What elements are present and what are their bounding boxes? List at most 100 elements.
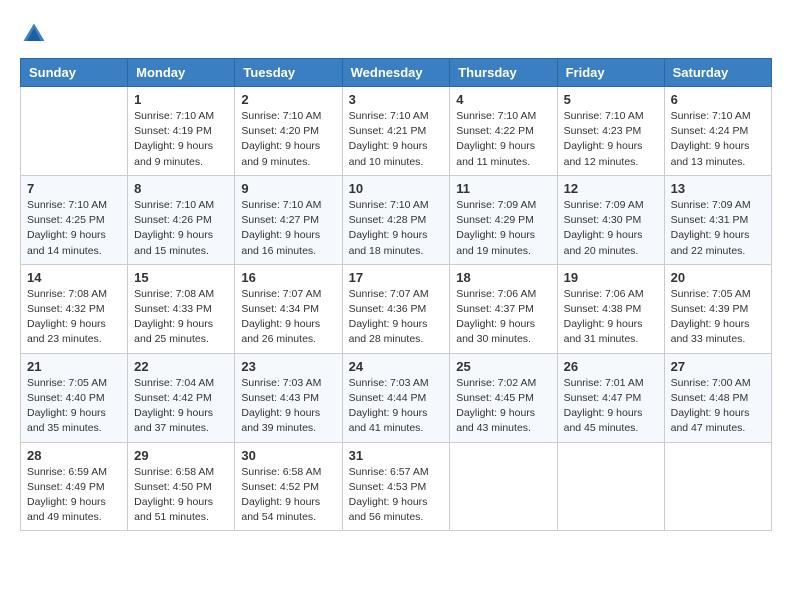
day-number: 7: [27, 181, 121, 196]
day-number: 27: [671, 359, 765, 374]
day-info: Sunrise: 7:08 AM Sunset: 4:33 PM Dayligh…: [134, 287, 228, 348]
calendar-cell: 16 Sunrise: 7:07 AM Sunset: 4:34 PM Dayli…: [235, 264, 342, 353]
day-info: Sunrise: 7:10 AM Sunset: 4:27 PM Dayligh…: [241, 198, 335, 259]
day-number: 28: [27, 448, 121, 463]
calendar-table: SundayMondayTuesdayWednesdayThursdayFrid…: [20, 58, 772, 531]
day-info: Sunrise: 7:07 AM Sunset: 4:34 PM Dayligh…: [241, 287, 335, 348]
calendar-cell: 4Sunrise: 7:10 AM Sunset: 4:22 PM Daylig…: [450, 87, 557, 176]
column-header-monday: Monday: [128, 59, 235, 87]
day-number: 22: [134, 359, 228, 374]
column-header-thursday: Thursday: [450, 59, 557, 87]
day-number: 16: [241, 270, 335, 285]
calendar-cell: 9 Sunrise: 7:10 AM Sunset: 4:27 PM Daylig…: [235, 175, 342, 264]
day-number: 29: [134, 448, 228, 463]
calendar-cell: 24 Sunrise: 7:03 AM Sunset: 4:44 PM Dayli…: [342, 353, 450, 442]
calendar-cell: 12 Sunrise: 7:09 AM Sunset: 4:30 PM Dayli…: [557, 175, 664, 264]
day-number: 17: [349, 270, 444, 285]
day-number: 11: [456, 181, 550, 196]
day-number: 15: [134, 270, 228, 285]
calendar-week-row: 28 Sunrise: 6:59 AM Sunset: 4:49 PM Dayli…: [21, 442, 772, 531]
calendar-cell: 23 Sunrise: 7:03 AM Sunset: 4:43 PM Dayli…: [235, 353, 342, 442]
day-number: 24: [349, 359, 444, 374]
day-number: 31: [349, 448, 444, 463]
day-number: 26: [564, 359, 658, 374]
day-info: Sunrise: 7:06 AM Sunset: 4:38 PM Dayligh…: [564, 287, 658, 348]
day-number: 1: [134, 92, 228, 107]
day-info: Sunrise: 7:08 AM Sunset: 4:32 PM Dayligh…: [27, 287, 121, 348]
calendar-cell: 18 Sunrise: 7:06 AM Sunset: 4:37 PM Dayli…: [450, 264, 557, 353]
column-header-saturday: Saturday: [664, 59, 771, 87]
day-info: Sunrise: 7:10 AM Sunset: 4:28 PM Dayligh…: [349, 198, 444, 259]
column-header-wednesday: Wednesday: [342, 59, 450, 87]
calendar-cell: 25 Sunrise: 7:02 AM Sunset: 4:45 PM Dayli…: [450, 353, 557, 442]
day-info: Sunrise: 7:07 AM Sunset: 4:36 PM Dayligh…: [349, 287, 444, 348]
calendar-week-row: 21 Sunrise: 7:05 AM Sunset: 4:40 PM Dayli…: [21, 353, 772, 442]
day-info: Sunrise: 7:03 AM Sunset: 4:43 PM Dayligh…: [241, 376, 335, 437]
day-info: Sunrise: 7:09 AM Sunset: 4:30 PM Dayligh…: [564, 198, 658, 259]
day-info: Sunrise: 7:09 AM Sunset: 4:29 PM Dayligh…: [456, 198, 550, 259]
calendar-cell: 26 Sunrise: 7:01 AM Sunset: 4:47 PM Dayli…: [557, 353, 664, 442]
calendar-cell: [21, 87, 128, 176]
page-header: [20, 20, 772, 48]
day-number: 30: [241, 448, 335, 463]
day-info: Sunrise: 6:58 AM Sunset: 4:52 PM Dayligh…: [241, 465, 335, 526]
day-info: Sunrise: 7:10 AM Sunset: 4:23 PM Dayligh…: [564, 109, 658, 170]
logo-icon: [20, 20, 48, 48]
logo: [20, 20, 52, 48]
day-info: Sunrise: 7:10 AM Sunset: 4:24 PM Dayligh…: [671, 109, 765, 170]
calendar-cell: [664, 442, 771, 531]
day-info: Sunrise: 7:01 AM Sunset: 4:47 PM Dayligh…: [564, 376, 658, 437]
day-info: Sunrise: 7:10 AM Sunset: 4:19 PM Dayligh…: [134, 109, 228, 170]
calendar-cell: 17 Sunrise: 7:07 AM Sunset: 4:36 PM Dayli…: [342, 264, 450, 353]
day-number: 23: [241, 359, 335, 374]
day-number: 18: [456, 270, 550, 285]
day-number: 13: [671, 181, 765, 196]
day-info: Sunrise: 7:10 AM Sunset: 4:25 PM Dayligh…: [27, 198, 121, 259]
calendar-cell: 30 Sunrise: 6:58 AM Sunset: 4:52 PM Dayli…: [235, 442, 342, 531]
day-number: 3: [349, 92, 444, 107]
day-number: 6: [671, 92, 765, 107]
day-number: 5: [564, 92, 658, 107]
day-number: 19: [564, 270, 658, 285]
calendar-header-row: SundayMondayTuesdayWednesdayThursdayFrid…: [21, 59, 772, 87]
day-info: Sunrise: 6:58 AM Sunset: 4:50 PM Dayligh…: [134, 465, 228, 526]
day-number: 4: [456, 92, 550, 107]
calendar-cell: 8 Sunrise: 7:10 AM Sunset: 4:26 PM Daylig…: [128, 175, 235, 264]
day-info: Sunrise: 7:09 AM Sunset: 4:31 PM Dayligh…: [671, 198, 765, 259]
calendar-cell: 1 Sunrise: 7:10 AM Sunset: 4:19 PM Daylig…: [128, 87, 235, 176]
calendar-cell: 22 Sunrise: 7:04 AM Sunset: 4:42 PM Dayli…: [128, 353, 235, 442]
day-number: 25: [456, 359, 550, 374]
day-number: 8: [134, 181, 228, 196]
calendar-cell: 28 Sunrise: 6:59 AM Sunset: 4:49 PM Dayli…: [21, 442, 128, 531]
day-info: Sunrise: 6:57 AM Sunset: 4:53 PM Dayligh…: [349, 465, 444, 526]
calendar-cell: 13 Sunrise: 7:09 AM Sunset: 4:31 PM Dayli…: [664, 175, 771, 264]
day-info: Sunrise: 7:02 AM Sunset: 4:45 PM Dayligh…: [456, 376, 550, 437]
day-info: Sunrise: 7:06 AM Sunset: 4:37 PM Dayligh…: [456, 287, 550, 348]
day-number: 14: [27, 270, 121, 285]
calendar-cell: 20 Sunrise: 7:05 AM Sunset: 4:39 PM Dayli…: [664, 264, 771, 353]
day-info: Sunrise: 7:05 AM Sunset: 4:40 PM Dayligh…: [27, 376, 121, 437]
day-info: Sunrise: 7:03 AM Sunset: 4:44 PM Dayligh…: [349, 376, 444, 437]
calendar-cell: 15 Sunrise: 7:08 AM Sunset: 4:33 PM Dayli…: [128, 264, 235, 353]
day-info: Sunrise: 7:05 AM Sunset: 4:39 PM Dayligh…: [671, 287, 765, 348]
day-info: Sunrise: 6:59 AM Sunset: 4:49 PM Dayligh…: [27, 465, 121, 526]
calendar-week-row: 1 Sunrise: 7:10 AM Sunset: 4:19 PM Daylig…: [21, 87, 772, 176]
column-header-friday: Friday: [557, 59, 664, 87]
day-number: 10: [349, 181, 444, 196]
column-header-tuesday: Tuesday: [235, 59, 342, 87]
calendar-week-row: 14 Sunrise: 7:08 AM Sunset: 4:32 PM Dayli…: [21, 264, 772, 353]
day-info: Sunrise: 7:10 AM Sunset: 4:26 PM Dayligh…: [134, 198, 228, 259]
column-header-sunday: Sunday: [21, 59, 128, 87]
calendar-cell: 7 Sunrise: 7:10 AM Sunset: 4:25 PM Daylig…: [21, 175, 128, 264]
calendar-cell: 6 Sunrise: 7:10 AM Sunset: 4:24 PM Daylig…: [664, 87, 771, 176]
day-number: 21: [27, 359, 121, 374]
day-number: 2: [241, 92, 335, 107]
day-number: 12: [564, 181, 658, 196]
day-info: Sunrise: 7:04 AM Sunset: 4:42 PM Dayligh…: [134, 376, 228, 437]
calendar-cell: 21 Sunrise: 7:05 AM Sunset: 4:40 PM Dayli…: [21, 353, 128, 442]
calendar-cell: 10 Sunrise: 7:10 AM Sunset: 4:28 PM Dayli…: [342, 175, 450, 264]
calendar-cell: 5 Sunrise: 7:10 AM Sunset: 4:23 PM Daylig…: [557, 87, 664, 176]
day-number: 20: [671, 270, 765, 285]
calendar-cell: 3Sunrise: 7:10 AM Sunset: 4:21 PM Daylig…: [342, 87, 450, 176]
day-number: 9: [241, 181, 335, 196]
